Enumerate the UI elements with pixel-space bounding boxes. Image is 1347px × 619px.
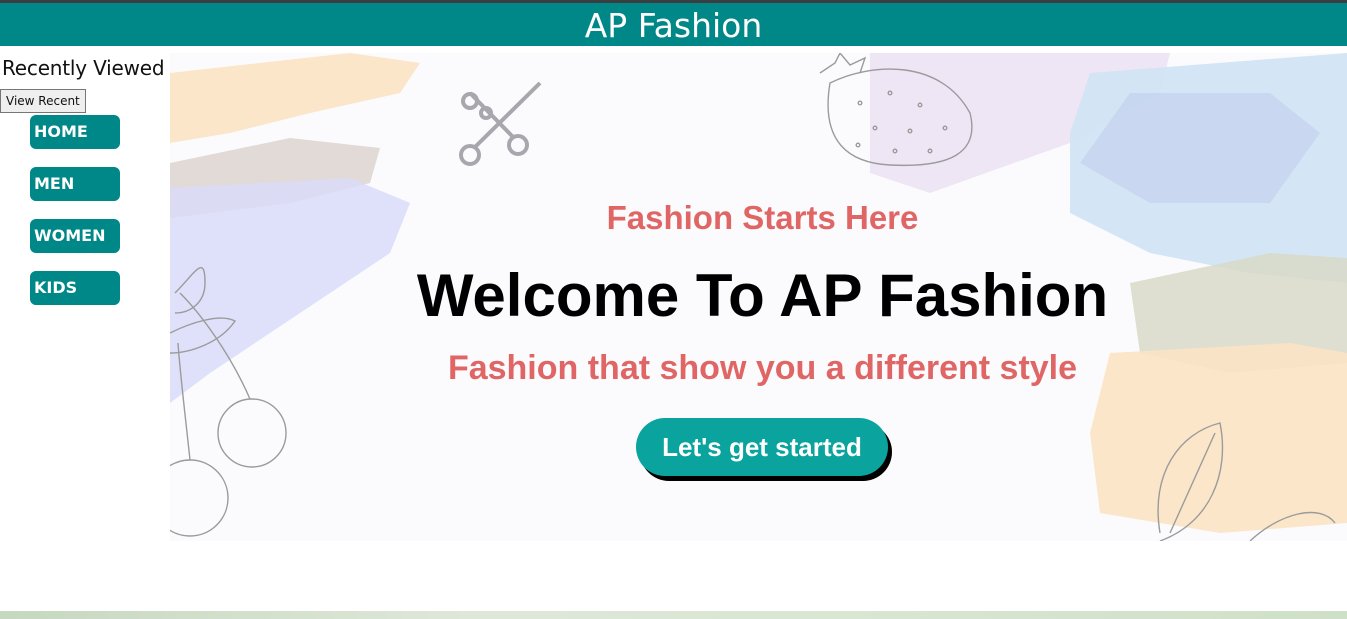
- hero-tagline-top: Fashion Starts Here: [606, 199, 919, 236]
- hero-banner: Fashion Starts Here Welcome To AP Fashio…: [170, 53, 1347, 541]
- taskbar-edge: [0, 611, 1347, 619]
- hero-tagline-bottom: Fashion that show you a different style: [447, 349, 1078, 387]
- view-recent-button[interactable]: View Recent: [0, 89, 86, 113]
- hero-title: Welcome To AP Fashion: [416, 262, 1109, 329]
- get-started-button[interactable]: Let's get started: [636, 418, 888, 476]
- browser-viewport: AP Fashion Recently Viewed View Recent H…: [0, 0, 1347, 611]
- nav-men-button[interactable]: MEN: [30, 167, 120, 201]
- nav-women-button[interactable]: WOMEN: [30, 219, 120, 253]
- scissors-icon: [459, 81, 542, 166]
- nav-home-button[interactable]: HOME: [30, 115, 120, 149]
- sidebar: Recently Viewed View Recent HOME MEN WOM…: [0, 46, 170, 611]
- nav-kids-button[interactable]: KIDS: [30, 271, 120, 305]
- site-title: AP Fashion: [584, 6, 763, 45]
- recently-viewed-heading: Recently Viewed: [2, 56, 165, 80]
- site-header: AP Fashion: [0, 3, 1347, 46]
